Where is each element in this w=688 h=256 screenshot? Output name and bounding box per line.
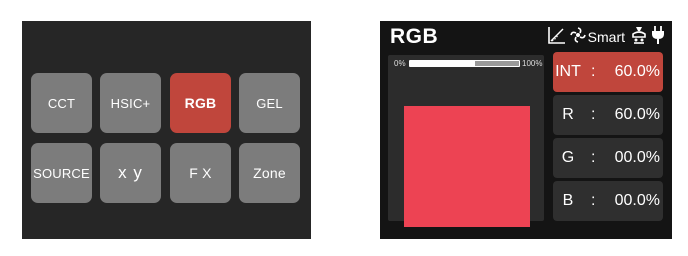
- r-colon: :: [591, 106, 596, 123]
- g-colon: :: [591, 149, 596, 166]
- int-colon: :: [591, 63, 596, 80]
- intensity-max-label: 100%: [522, 59, 543, 68]
- g-value-row[interactable]: G : 00.0%: [553, 138, 663, 178]
- int-value: 60.0%: [614, 63, 660, 80]
- mode-menu-panel: CCT HSIC+ RGB GEL SOURCE x y F X Zone: [22, 21, 311, 239]
- fan-icon: [569, 26, 587, 49]
- screen-title: RGB: [390, 25, 439, 48]
- g-label: G: [561, 149, 575, 166]
- b-value: 00.0%: [614, 192, 660, 209]
- lamp-icon: [630, 25, 648, 50]
- int-value-row[interactable]: INT : 60.0%: [553, 52, 663, 92]
- zone-button[interactable]: Zone: [239, 143, 300, 203]
- intensity-bar-fill: [410, 61, 476, 66]
- intensity-min-label: 0%: [394, 59, 406, 68]
- color-preview-area: 0% 100%: [388, 55, 544, 227]
- fan-mode-label: Smart: [587, 29, 625, 45]
- b-label: B: [562, 192, 574, 209]
- gel-button[interactable]: GEL: [239, 73, 300, 133]
- fx-button[interactable]: F X: [170, 143, 231, 203]
- g-value: 00.0%: [614, 149, 660, 166]
- b-colon: :: [591, 192, 596, 209]
- cct-button[interactable]: CCT: [31, 73, 92, 133]
- rgb-button[interactable]: RGB: [170, 73, 231, 133]
- hsic-plus-button[interactable]: HSIC+: [100, 73, 161, 133]
- status-bar: Smart: [547, 25, 666, 50]
- b-value-row[interactable]: B : 00.0%: [553, 181, 663, 221]
- r-value: 60.0%: [614, 106, 660, 123]
- intensity-bar[interactable]: [409, 60, 520, 67]
- color-swatch: [404, 106, 530, 227]
- rgb-screen-panel: RGB Smart 0% 100% INT: 60.0% R: 60.0% …: [380, 21, 672, 239]
- int-label: INT: [555, 63, 581, 80]
- curve-icon: [547, 25, 567, 50]
- xy-button[interactable]: x y: [100, 143, 161, 203]
- r-value-row[interactable]: R : 60.0%: [553, 95, 663, 135]
- r-label: R: [562, 106, 574, 123]
- source-button[interactable]: SOURCE: [31, 143, 92, 203]
- power-plug-icon: [650, 25, 666, 50]
